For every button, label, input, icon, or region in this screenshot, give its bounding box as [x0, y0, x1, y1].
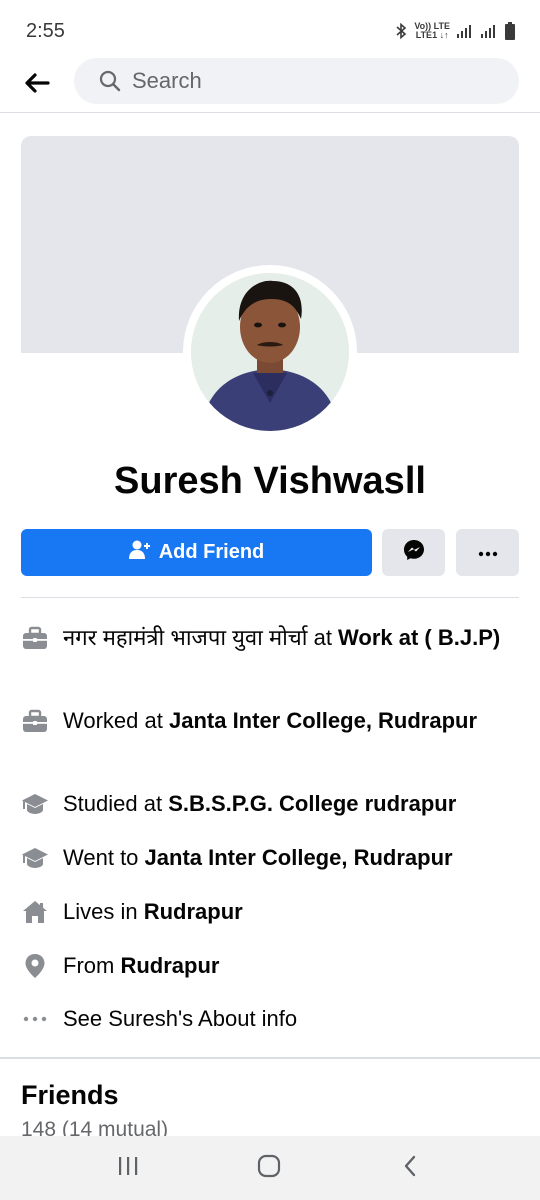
intro-bold[interactable]: Janta Inter College, Rudrapur: [169, 708, 477, 733]
intro-text: From Rudrapur: [63, 951, 219, 980]
friends-section-title: Friends: [21, 1080, 119, 1110]
intro-text: नगर महामंत्री भाजपा युवा मोर्चा at Work …: [63, 623, 500, 652]
more-dots-icon: [21, 1005, 49, 1033]
system-nav-bar: [0, 1136, 540, 1200]
intro-prefix: नगर महामंत्री भाजपा युवा मोर्चा at: [63, 625, 339, 650]
intro-bold[interactable]: Rudrapur: [144, 899, 243, 924]
chevron-left-icon: [402, 1155, 418, 1182]
nav-back-button[interactable]: [390, 1152, 430, 1184]
intro-item-studied: Studied at S.B.S.P.G. College rudrapur: [21, 789, 519, 818]
status-time: 2:55: [26, 20, 65, 42]
section-separator: [0, 1057, 540, 1059]
volte-bottom-text: LTE1 ↓↑: [415, 30, 449, 40]
add-person-icon: [128, 540, 151, 566]
intro-bold[interactable]: S.B.S.P.G. College rudrapur: [168, 791, 456, 816]
search-box[interactable]: [74, 58, 519, 104]
status-bar: 2:55 Vo)) LTE LTE1 ↓↑: [0, 0, 540, 58]
intro-item-worked: Worked at Janta Inter College, Rudrapur: [21, 706, 519, 735]
intro-prefix: Went to: [63, 845, 145, 870]
add-friend-label: Add Friend: [158, 541, 265, 563]
avatar[interactable]: [191, 273, 349, 431]
divider: [21, 597, 519, 598]
signal-icon-2: [480, 24, 498, 38]
home-button[interactable]: [249, 1152, 289, 1184]
bluetooth-icon: [394, 22, 408, 40]
more-dots-icon: [478, 544, 498, 562]
battery-icon: [504, 22, 516, 40]
back-button[interactable]: [20, 68, 54, 102]
status-icons: Vo)) LTE LTE1 ↓↑: [394, 22, 516, 40]
volte-indicator: Vo)) LTE LTE1 ↓↑: [414, 22, 450, 40]
intro-item-about[interactable]: See Suresh's About info: [21, 1004, 519, 1033]
intro-prefix: Studied at: [63, 791, 169, 816]
home-icon: [21, 898, 49, 926]
more-options-button[interactable]: [456, 529, 519, 576]
briefcase-icon: [21, 707, 49, 735]
messenger-icon: [402, 538, 426, 567]
signal-icon: [456, 24, 474, 38]
search-input[interactable]: [132, 68, 452, 94]
intro-item-from: From Rudrapur: [21, 951, 519, 980]
intro-bold[interactable]: Janta Inter College, Rudrapur: [145, 845, 453, 870]
message-button[interactable]: [382, 529, 445, 576]
add-friend-button[interactable]: Add Friend: [21, 529, 372, 576]
graduation-cap-icon: [21, 844, 49, 872]
briefcase-icon: [21, 624, 49, 652]
recent-apps-button[interactable]: [108, 1152, 148, 1184]
intro-text: Went to Janta Inter College, Rudrapur: [63, 843, 453, 872]
intro-item-lives: Lives in Rudrapur: [21, 897, 519, 926]
intro-bold[interactable]: Rudrapur: [120, 953, 219, 978]
intro-bold[interactable]: Work at ( B.J.P): [338, 625, 500, 650]
intro-item-work: नगर महामंत्री भाजपा युवा मोर्चा at Work …: [21, 623, 519, 652]
intro-prefix: From: [63, 953, 121, 978]
intro-prefix: Lives in: [63, 899, 144, 924]
recent-apps-icon: [117, 1156, 139, 1181]
see-about-link[interactable]: See Suresh's About info: [63, 1004, 297, 1033]
intro-text: Studied at S.B.S.P.G. College rudrapur: [63, 789, 456, 818]
graduation-cap-icon: [21, 790, 49, 818]
search-icon: [98, 69, 122, 93]
intro-text: Lives in Rudrapur: [63, 897, 243, 926]
intro-text: Worked at Janta Inter College, Rudrapur: [63, 706, 477, 735]
header-bar: [0, 58, 540, 113]
profile-name: Suresh Vishwasll: [114, 460, 426, 502]
location-pin-icon: [21, 952, 49, 980]
intro-prefix: Worked at: [63, 708, 169, 733]
intro-item-went: Went to Janta Inter College, Rudrapur: [21, 843, 519, 872]
home-circle-icon: [257, 1154, 281, 1183]
back-arrow-icon: [24, 72, 50, 99]
